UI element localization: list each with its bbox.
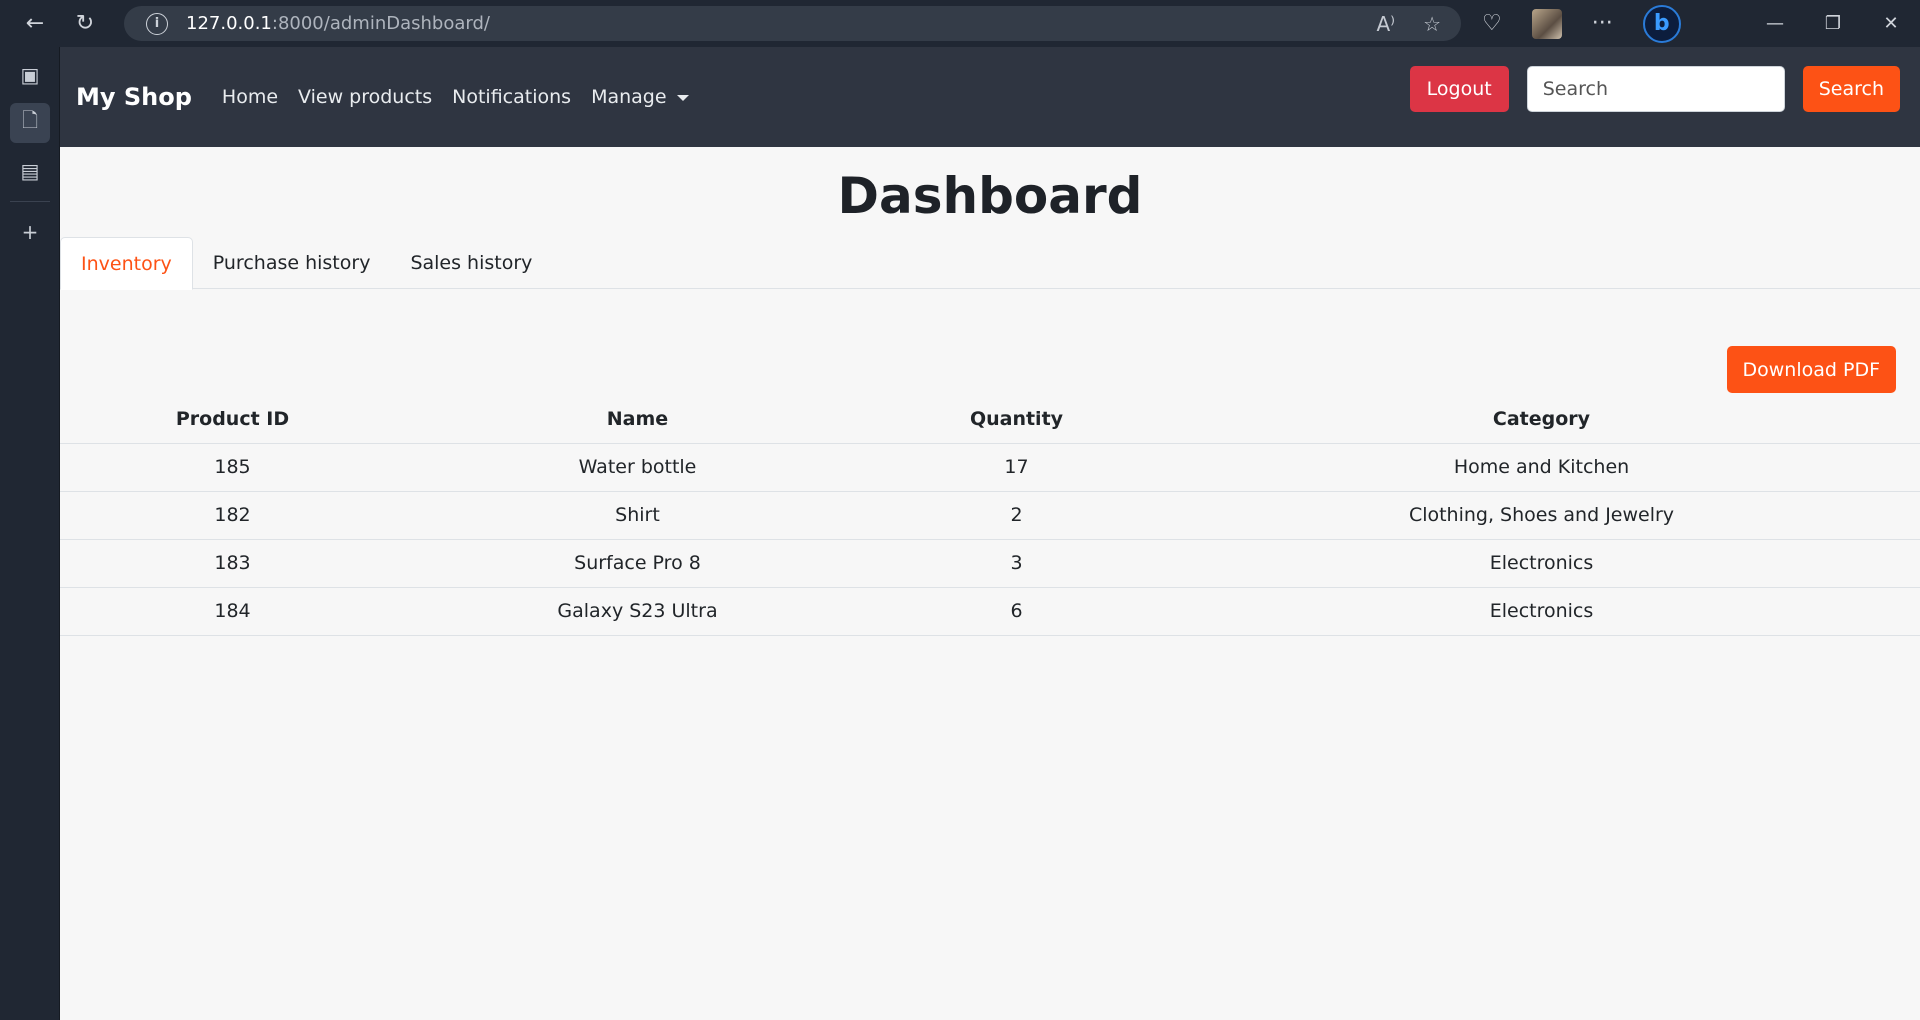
inventory-table: Product ID Name Quantity Category 185 Wa… bbox=[60, 395, 1920, 636]
cell-name: Surface Pro 8 bbox=[405, 539, 870, 588]
cell-quantity: 2 bbox=[870, 491, 1163, 540]
cell-quantity: 6 bbox=[870, 587, 1163, 636]
refresh-icon[interactable]: ↻ bbox=[60, 0, 110, 47]
read-aloud-icon[interactable]: A⁾ bbox=[1376, 12, 1395, 36]
cell-quantity: 17 bbox=[870, 443, 1163, 492]
table-toolbar: Download PDF bbox=[60, 289, 1920, 395]
caret-down-icon bbox=[676, 94, 689, 101]
restore-icon[interactable]: ❐ bbox=[1804, 0, 1862, 47]
back-icon[interactable]: ← bbox=[10, 0, 60, 47]
table-row: 184 Galaxy S23 Ultra 6 Electronics bbox=[60, 587, 1920, 636]
nav-view-products[interactable]: View products bbox=[298, 86, 432, 108]
cell-category: Home and Kitchen bbox=[1163, 443, 1920, 492]
cell-product-id: 185 bbox=[60, 443, 405, 492]
current-tab-icon[interactable]: 🗋 bbox=[10, 103, 50, 143]
table-header-row: Product ID Name Quantity Category bbox=[60, 395, 1920, 444]
cell-category: Electronics bbox=[1163, 539, 1920, 588]
header-quantity: Quantity bbox=[870, 395, 1163, 444]
cell-category: Electronics bbox=[1163, 587, 1920, 636]
minimize-icon[interactable]: — bbox=[1746, 0, 1804, 47]
search-input[interactable] bbox=[1526, 66, 1785, 112]
tab-purchase-history[interactable]: Purchase history bbox=[193, 237, 391, 289]
health-extension-icon[interactable]: ♡ bbox=[1482, 11, 1502, 36]
table-row: 182 Shirt 2 Clothing, Shoes and Jewelry bbox=[60, 491, 1920, 540]
page-title: Dashboard bbox=[837, 167, 1143, 225]
browser-toolbar: ← ↻ i 127.0.0.1:8000/adminDashboard/ A⁾ … bbox=[0, 0, 1920, 47]
tab-divider bbox=[10, 201, 50, 202]
brand-logo[interactable]: My Shop bbox=[76, 83, 192, 111]
tab-sales-history[interactable]: Sales history bbox=[390, 237, 552, 289]
cell-product-id: 184 bbox=[60, 587, 405, 636]
site-info-icon[interactable]: i bbox=[146, 12, 168, 35]
vertical-tab-bar: ▣ 🗋 ▤ + bbox=[0, 47, 60, 1020]
cell-name: Shirt bbox=[405, 491, 870, 540]
main-content: Dashboard Inventory Purchase history Sal… bbox=[60, 147, 1920, 1020]
close-icon[interactable]: ✕ bbox=[1862, 0, 1920, 47]
nav-manage-label: Manage bbox=[591, 86, 667, 108]
tab-page-icon[interactable]: ▤ bbox=[10, 151, 50, 191]
table-row: 185 Water bottle 17 Home and Kitchen bbox=[60, 443, 1920, 492]
header-category: Category bbox=[1163, 395, 1920, 444]
download-pdf-button[interactable]: Download PDF bbox=[1726, 346, 1896, 393]
table-row: 183 Surface Pro 8 3 Electronics bbox=[60, 539, 1920, 588]
address-bar[interactable]: i 127.0.0.1:8000/adminDashboard/ A⁾ ☆ bbox=[124, 6, 1461, 41]
nav-manage-dropdown[interactable]: Manage bbox=[591, 86, 689, 108]
header-name: Name bbox=[405, 395, 870, 444]
cell-name: Galaxy S23 Ultra bbox=[405, 587, 870, 636]
tab-actions-icon[interactable]: ▣ bbox=[10, 55, 50, 95]
nav-notifications[interactable]: Notifications bbox=[452, 86, 571, 108]
nav-home[interactable]: Home bbox=[222, 86, 278, 108]
site-navbar: My Shop Home View products Notifications… bbox=[60, 47, 1920, 147]
new-tab-icon[interactable]: + bbox=[10, 212, 50, 252]
cell-product-id: 182 bbox=[60, 491, 405, 540]
url-path: :8000/adminDashboard/ bbox=[271, 13, 490, 34]
cell-name: Water bottle bbox=[405, 443, 870, 492]
copilot-icon[interactable]: b bbox=[1642, 4, 1681, 43]
logout-button[interactable]: Logout bbox=[1409, 66, 1509, 112]
profile-avatar[interactable] bbox=[1531, 8, 1562, 39]
cell-category: Clothing, Shoes and Jewelry bbox=[1163, 491, 1920, 540]
more-menu-icon[interactable]: ··· bbox=[1592, 11, 1613, 36]
cell-quantity: 3 bbox=[870, 539, 1163, 588]
url-host: 127.0.0.1 bbox=[186, 13, 272, 34]
dashboard-tabs: Inventory Purchase history Sales history bbox=[60, 237, 1920, 290]
header-product-id: Product ID bbox=[60, 395, 405, 444]
search-button[interactable]: Search bbox=[1802, 66, 1900, 112]
tab-inventory[interactable]: Inventory bbox=[60, 237, 193, 290]
cell-product-id: 183 bbox=[60, 539, 405, 588]
favorite-star-icon[interactable]: ☆ bbox=[1423, 12, 1441, 36]
